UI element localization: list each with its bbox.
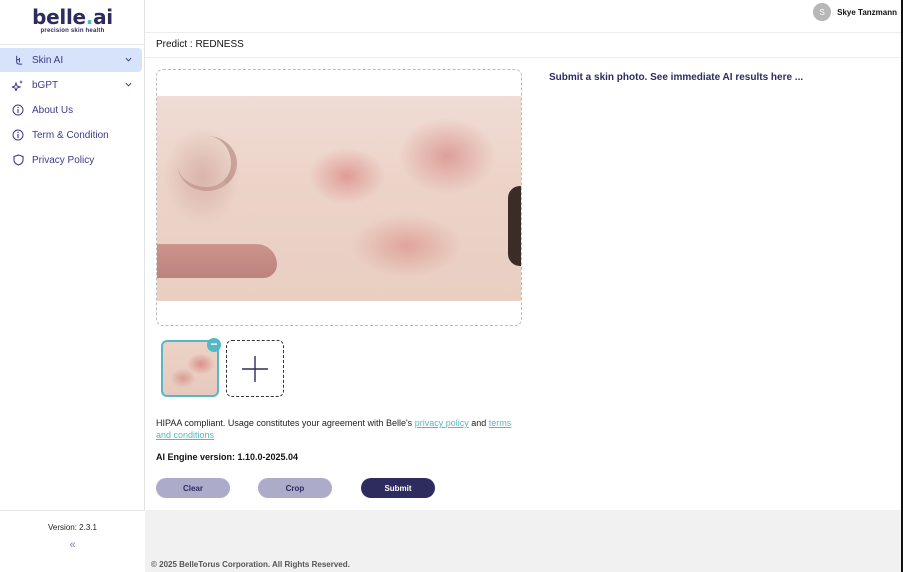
logo-divider bbox=[0, 44, 145, 45]
add-photo-button[interactable] bbox=[226, 340, 284, 397]
logo-tagline: precision skin health bbox=[40, 28, 105, 34]
result-placeholder: Submit a skin photo. See immediate AI re… bbox=[549, 72, 804, 83]
predict-bar: Predict : REDNESS bbox=[145, 33, 903, 58]
photo-hair-shape bbox=[508, 186, 521, 266]
avatar: S bbox=[813, 3, 832, 21]
user-menu[interactable]: S Skye Tanzmann bbox=[813, 3, 897, 21]
logo-part2: ai bbox=[93, 5, 113, 29]
collapse-sidebar-button[interactable]: « bbox=[0, 539, 145, 551]
logo-wordmark: belle.ai bbox=[0, 6, 145, 28]
sidebar-item-terms[interactable]: Term & Condition bbox=[0, 123, 142, 147]
sidebar-item-label: Term & Condition bbox=[32, 129, 109, 141]
logo-dot: . bbox=[85, 5, 94, 29]
clear-button[interactable]: Clear bbox=[156, 478, 230, 498]
copyright: © 2025 BelleTorus Corporation. All Right… bbox=[151, 560, 350, 569]
hipaa-and: and bbox=[468, 418, 489, 428]
brand-logo[interactable]: belle.ai precision skin health bbox=[0, 6, 145, 34]
footer: © 2025 BelleTorus Corporation. All Right… bbox=[145, 510, 903, 572]
submit-button[interactable]: Submit bbox=[361, 478, 435, 498]
photo-padding bbox=[157, 70, 521, 96]
logo-part1: belle bbox=[32, 5, 86, 29]
sidebar: belle.ai precision skin health Skin AI b… bbox=[0, 0, 145, 572]
main-content: − HIPAA compliant. Usage constitutes you… bbox=[145, 58, 903, 510]
shield-icon bbox=[12, 154, 24, 166]
top-header: S Skye Tanzmann bbox=[145, 0, 903, 33]
photo-nose-shape bbox=[177, 136, 237, 191]
skin-photo bbox=[157, 96, 521, 301]
sidebar-item-bgpt[interactable]: bGPT bbox=[0, 73, 142, 97]
info-icon bbox=[12, 129, 24, 141]
skin-ai-icon bbox=[12, 54, 24, 66]
sidebar-item-label: About Us bbox=[32, 104, 74, 116]
chevron-down-icon bbox=[125, 55, 132, 64]
remove-photo-button[interactable]: − bbox=[207, 338, 221, 352]
chevron-down-icon bbox=[125, 80, 132, 89]
photo-preview[interactable] bbox=[156, 69, 522, 326]
sidebar-item-label: Skin AI bbox=[32, 54, 64, 66]
sidebar-nav: Skin AI bGPT About Us Term & Condition P… bbox=[0, 48, 145, 173]
page-title: Predict : REDNESS bbox=[156, 39, 244, 50]
hipaa-text: HIPAA compliant. Usage constitutes your … bbox=[156, 418, 415, 428]
hipaa-notice: HIPAA compliant. Usage constitutes your … bbox=[156, 417, 526, 441]
sparkle-icon bbox=[12, 79, 24, 91]
user-name: Skye Tanzmann bbox=[837, 7, 897, 17]
sidebar-item-skin-ai[interactable]: Skin AI bbox=[0, 48, 142, 72]
photo-lips-shape bbox=[157, 244, 277, 278]
info-icon bbox=[12, 104, 24, 116]
app-version: Version: 2.3.1 bbox=[48, 523, 97, 532]
privacy-policy-link[interactable]: privacy policy bbox=[415, 418, 469, 428]
sidebar-item-privacy[interactable]: Privacy Policy bbox=[0, 148, 142, 172]
engine-version: AI Engine version: 1.10.0-2025.04 bbox=[156, 452, 299, 462]
sidebar-item-label: Privacy Policy bbox=[32, 154, 95, 166]
sidebar-footer: Version: 2.3.1 « bbox=[0, 510, 145, 572]
sidebar-item-about-us[interactable]: About Us bbox=[0, 98, 142, 122]
sidebar-item-label: bGPT bbox=[32, 79, 59, 91]
plus-icon bbox=[242, 355, 268, 382]
crop-button[interactable]: Crop bbox=[258, 478, 332, 498]
